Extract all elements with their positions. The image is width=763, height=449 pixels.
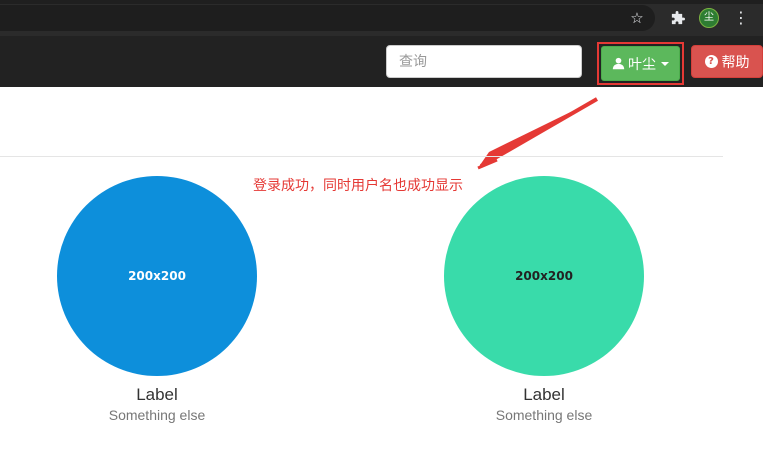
thumbnail-image: 200x200	[57, 176, 257, 376]
thumbnail-label: Label	[523, 385, 565, 404]
image-placeholder-text: 200x200	[515, 269, 573, 283]
thumbnail-caption: Something else	[108, 407, 206, 423]
thumbnail-label: Label	[136, 385, 178, 404]
image-placeholder-text: 200x200	[128, 269, 186, 283]
content-divider	[0, 156, 723, 157]
thumbnail-caption: Something else	[495, 407, 593, 423]
annotation-text: 登录成功，同时用户名也成功显示	[253, 178, 463, 194]
thumbnail-image: 200x200	[444, 176, 644, 376]
